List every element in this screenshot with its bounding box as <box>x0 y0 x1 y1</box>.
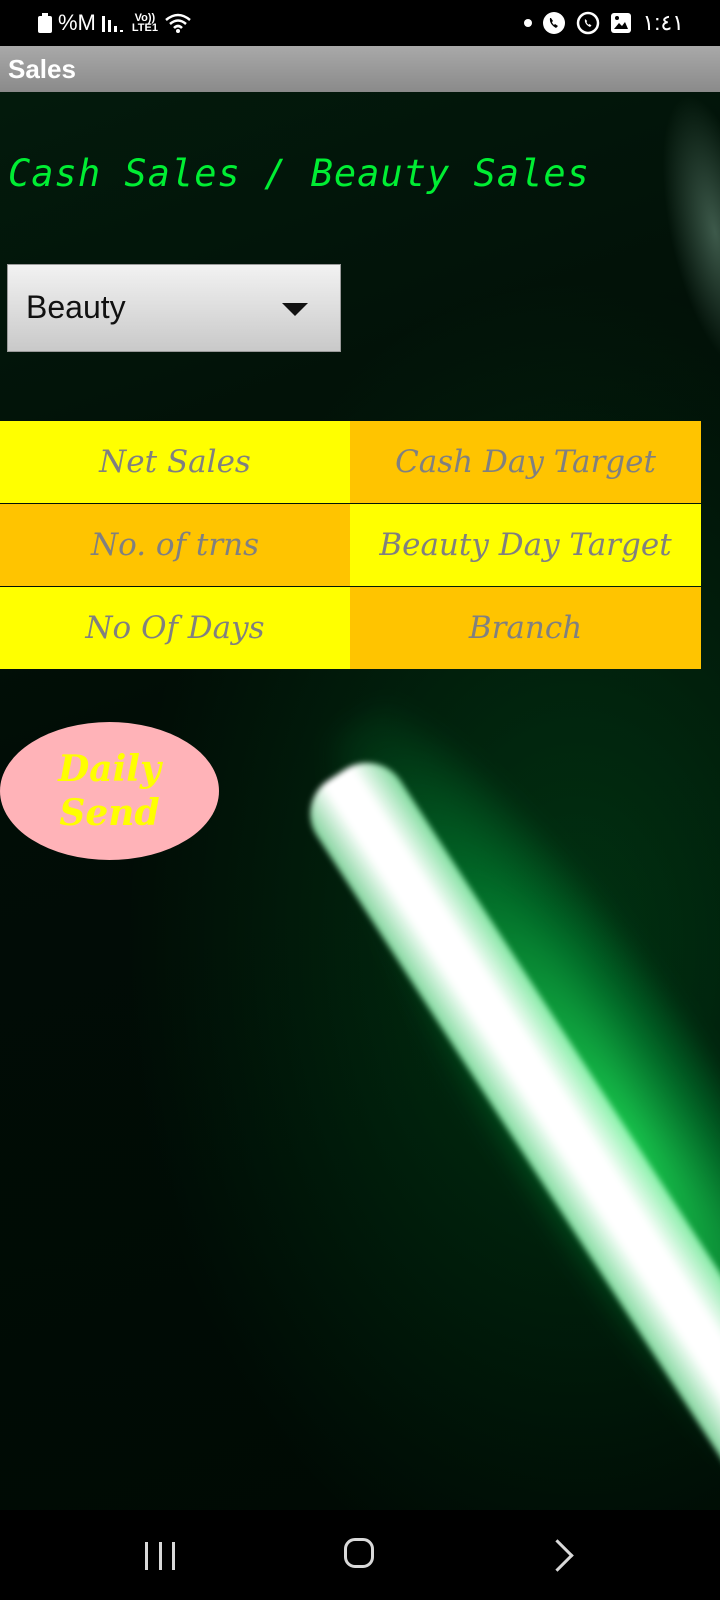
network-label-bottom: LTE1 <box>131 22 158 34</box>
status-bar: %M Vo)) LTE1 ١:٤١ <box>0 0 720 46</box>
sales-type-dropdown[interactable]: Beauty <box>7 264 341 352</box>
viber-icon <box>542 11 566 35</box>
status-left-group: %M Vo)) LTE1 <box>38 10 192 36</box>
app-title-bar: Sales <box>0 46 720 92</box>
navigation-bar <box>0 1510 720 1600</box>
recents-icon-bar <box>158 1542 162 1570</box>
battery-icon <box>38 13 52 33</box>
daily-send-button[interactable]: Daily Send <box>0 722 219 860</box>
status-right-group: ١:٤١ <box>524 10 684 36</box>
recents-icon-bar <box>172 1542 175 1570</box>
page-heading: Cash Sales / Beauty Sales <box>8 152 590 195</box>
sales-grid: Net Sales Cash Day Target No. of trns Be… <box>0 421 701 669</box>
app-title: Sales <box>8 54 76 84</box>
beauty-day-target-cell[interactable]: Beauty Day Target <box>350 504 701 586</box>
cash-day-target-cell[interactable]: Cash Day Target <box>350 421 701 503</box>
no-of-days-cell[interactable]: No Of Days <box>0 587 350 669</box>
dropdown-selected-value: Beauty <box>26 289 126 325</box>
network-label: Vo)) LTE1 <box>131 13 158 34</box>
recents-icon-bar <box>145 1542 148 1570</box>
recents-icon[interactable] <box>145 1542 175 1570</box>
daily-send-line2: Send <box>59 792 160 834</box>
home-icon[interactable] <box>344 1538 374 1568</box>
wifi-icon <box>164 12 192 34</box>
whatsapp-icon <box>576 11 600 35</box>
signal-icon <box>101 12 126 34</box>
back-icon[interactable] <box>541 1539 574 1572</box>
daily-send-line1: Daily <box>58 748 161 790</box>
background-corner-glow <box>641 92 720 379</box>
gallery-icon <box>610 12 632 34</box>
chevron-down-icon <box>282 303 308 316</box>
battery-percent-text: %M <box>58 10 96 35</box>
net-sales-cell[interactable]: Net Sales <box>0 421 350 503</box>
notification-dot-icon <box>524 19 533 27</box>
branch-cell[interactable]: Branch <box>350 587 701 669</box>
status-time: ١:٤١ <box>642 10 684 35</box>
no-of-trns-cell[interactable]: No. of trns <box>0 504 350 586</box>
